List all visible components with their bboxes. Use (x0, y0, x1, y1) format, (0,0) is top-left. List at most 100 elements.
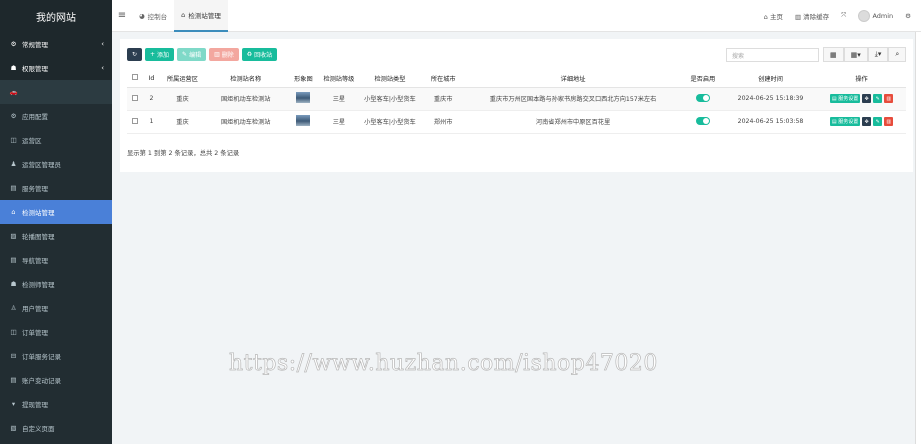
home-link[interactable]: ⌂ 主页 (764, 11, 783, 21)
select-all-checkbox[interactable] (131, 74, 138, 81)
delete-row-button[interactable]: ▥ (884, 94, 894, 103)
square-icon: ◫ (10, 136, 17, 144)
enabled-toggle[interactable] (695, 116, 710, 125)
advanced-search-button[interactable]: ⌕ (888, 47, 907, 62)
refresh-icon: ↻ (131, 51, 138, 58)
station-thumbnail[interactable] (296, 115, 311, 126)
sidebar-item-4[interactable]: ⚙ 应用配置 (0, 104, 112, 128)
table-toolbar: ↻ + 添加 ✎ 编辑 ▥ 删除 ♻ 回收站 (127, 48, 278, 61)
sidebar-item-2[interactable]: ☗ 权限管理 ‹ (0, 56, 112, 80)
menu-toggle-icon[interactable]: ≡ (112, 10, 132, 21)
list-icon: ▤ (831, 95, 837, 102)
sidebar-item-label: 运营区管理员 (22, 161, 61, 169)
columns-icon: ▦▾ (850, 50, 861, 59)
sidebar-item-label: 服务管理 (22, 185, 48, 193)
sidebar-item-14[interactable]: ⊟ 订单服务记录 (0, 344, 112, 368)
sidebar-item-16[interactable]: ▾ 提现管理 (0, 392, 112, 416)
fullscreen-icon[interactable]: ⤧ (841, 11, 846, 20)
home-icon: ⌂ (763, 12, 768, 21)
column-header: 所在城市 (422, 70, 465, 88)
delete-button[interactable]: ▥ 删除 (209, 48, 239, 61)
clear-cache-link[interactable]: ▥ 清除缓存 (795, 11, 829, 21)
service-settings-button[interactable]: ▤ 服务设置 (829, 117, 861, 126)
export-button[interactable]: ⤓▾ (867, 47, 889, 62)
row-checkbox[interactable] (131, 117, 138, 124)
column-header: 详细地址 (464, 70, 682, 88)
cell-actions: ▤ 服务设置 ✥ ✎ ▥ (817, 110, 906, 134)
delete-label: 删除 (221, 52, 234, 59)
top-navbar: ≡ ◕ 控制台 ⌂ 检测站管理 ⌂ 主页 ▥ 清除缓存 ⤧ Admin ⚙ (112, 0, 921, 32)
move-icon: ✥ (864, 118, 869, 125)
sidebar-item-1[interactable]: ⚙ 常规管理 ‹ (0, 32, 112, 56)
sidebar-item-5[interactable]: ◫ 运营区 (0, 128, 112, 152)
record-icon: ⊟ (10, 352, 17, 360)
dashboard-icon: ◕ (139, 11, 145, 20)
columns-button[interactable]: ▦▾ (843, 47, 868, 62)
refresh-button[interactable]: ↻ (127, 48, 142, 61)
sidebar-item-13[interactable]: ◫ 订单管理 (0, 320, 112, 344)
edit-row-button[interactable]: ✎ (873, 117, 883, 126)
sidebar-item-11[interactable]: ☗ 检测师管理 (0, 272, 112, 296)
delete-row-button[interactable]: ▥ (884, 117, 894, 126)
cell-name: 国炬机动车检测站 (204, 87, 287, 111)
sidebar-item-15[interactable]: ▤ 账户变动记录 (0, 368, 112, 392)
table-icon: ▦ (830, 50, 837, 59)
edit-row-button[interactable]: ✎ (873, 94, 883, 103)
search-input[interactable]: 搜索 (726, 48, 819, 62)
station-thumbnail[interactable] (296, 92, 311, 103)
column-header: 检测站等级 (320, 70, 358, 88)
recycle-label: 回收站 (254, 52, 273, 59)
sidebar-item-label: 权限管理 (22, 65, 48, 73)
sidebar-item-3[interactable]: 🚗 (0, 80, 112, 104)
add-label: 添加 (157, 52, 170, 59)
cell-address: 河南省郑州市中原区百花里 (464, 110, 682, 134)
user-menu[interactable]: Admin (858, 9, 893, 22)
select-all-header[interactable] (127, 70, 143, 88)
sidebar-item-8[interactable]: ⌂ 检测站管理 (0, 200, 112, 224)
sidebar-item-label: 常规管理 (22, 41, 48, 49)
row-actions: ▤ 服务设置 ✥ ✎ ▥ (829, 117, 894, 126)
nav-icon: ▤ (10, 256, 17, 264)
site-brand[interactable]: 我的网站 (0, 0, 112, 32)
pencil-icon: ✎ (875, 95, 880, 102)
page-scrollbar[interactable] (915, 32, 921, 444)
table-row[interactable]: 2 重庆 国炬机动车检测站 三星 小型客车|小型货车 重庆市 重庆市万州区国本路与孙家书房路… (127, 87, 906, 111)
column-header: 检测站类型 (357, 70, 423, 88)
sidebar-item-12[interactable]: ♙ 用户管理 (0, 296, 112, 320)
table-row[interactable]: 1 重庆 国炬机动车检测站 三星 小型客车|小型货车 郑州市 河南省郑州市中原区百花里 202… (127, 110, 906, 134)
content-panel: ↻ + 添加 ✎ 编辑 ▥ 删除 ♻ 回收站 搜索 ▦ ▦▾ ⤓▾ ⌕ Id 所属运营区检… (120, 39, 913, 172)
add-button[interactable]: + 添加 (145, 48, 175, 61)
trash-icon: ▥ (794, 12, 802, 21)
cell-created: 2024-06-25 15:18:39 (723, 87, 818, 111)
image-icon: ▨ (10, 232, 17, 240)
drag-button[interactable]: ✥ (862, 94, 872, 103)
tab-dashboard[interactable]: ◕ 控制台 (132, 0, 174, 32)
drag-button[interactable]: ✥ (862, 117, 872, 126)
cell-select (127, 110, 143, 134)
table-header-row: Id 所属运营区 检测站名称 形象图 检测站等级 检测站类型 所在城市 详细地址 是否启用 创建时… (127, 70, 906, 88)
sidebar-item-9[interactable]: ▨ 轮播图管理 (0, 224, 112, 248)
tab-station-management[interactable]: ⌂ 检测站管理 (174, 0, 228, 32)
sidebar-item-10[interactable]: ▤ 导航管理 (0, 248, 112, 272)
gears-icon: ⚙ (10, 40, 17, 48)
sidebar-item-6[interactable]: ♟ 运营区管理员 (0, 152, 112, 176)
settings-icon[interactable]: ⚙ (905, 12, 911, 20)
row-checkbox[interactable] (131, 94, 138, 101)
service-settings-button[interactable]: ▤ 服务设置 (829, 94, 861, 103)
recycle-bin-button[interactable]: ♻ 回收站 (241, 48, 278, 61)
edit-label: 编辑 (189, 52, 202, 59)
sidebar-item-17[interactable]: ▧ 自定义页面 (0, 416, 112, 440)
sidebar-item-label: 订单服务记录 (22, 353, 61, 361)
column-header: 操作 (817, 70, 906, 88)
row-actions: ▤ 服务设置 ✥ ✎ ▥ (829, 94, 894, 103)
sidebar-item-label: 检测站管理 (22, 209, 55, 217)
toggle-view-button[interactable]: ▦ (823, 47, 844, 62)
cell-image (286, 110, 321, 134)
enabled-toggle[interactable] (695, 93, 710, 102)
topbar-actions: ⌂ 主页 ▥ 清除缓存 ⤧ Admin ⚙ (764, 9, 921, 22)
sidebar-item-7[interactable]: ▤ 服务管理 (0, 176, 112, 200)
edit-button[interactable]: ✎ 编辑 (177, 48, 207, 61)
cell-image (286, 87, 321, 111)
cell-select (127, 87, 143, 111)
account-icon: ▤ (10, 376, 17, 384)
